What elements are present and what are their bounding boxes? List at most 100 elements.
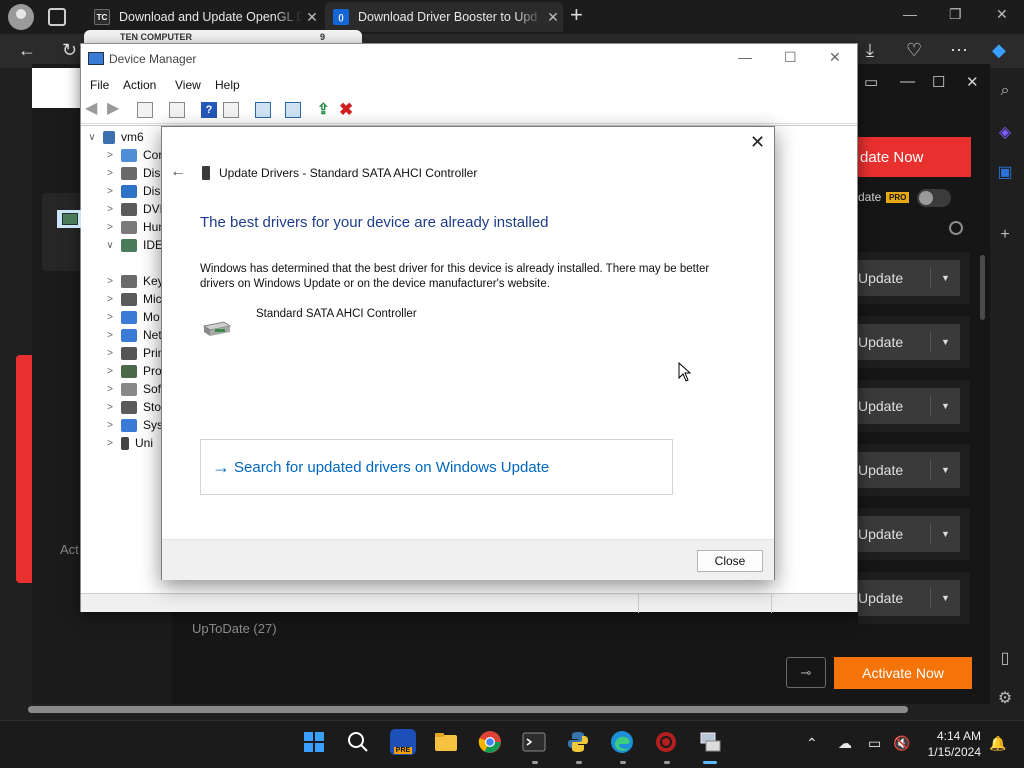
properties-icon[interactable] (169, 102, 185, 118)
monitor-icon[interactable] (285, 102, 301, 118)
chrome-icon[interactable] (477, 729, 503, 755)
python-icon[interactable] (565, 729, 591, 755)
menu-action[interactable]: Action (123, 78, 156, 92)
chevron-right-icon[interactable]: > (103, 204, 117, 215)
new-tab-icon[interactable]: + (570, 4, 583, 26)
horizontal-scrollbar-thumb[interactable] (28, 706, 908, 713)
scrollbar-thumb[interactable] (980, 255, 985, 320)
menu-help[interactable]: Help (215, 78, 240, 92)
close-tab-icon[interactable]: ✕ (543, 9, 563, 26)
chevron-right-icon[interactable]: > (103, 186, 117, 197)
chevron-down-icon[interactable]: ▼ (930, 331, 960, 353)
uninstall-device-icon[interactable]: ✖ (339, 101, 355, 118)
network-icon[interactable]: ▭ (868, 735, 881, 752)
outlook-icon[interactable]: ▣ (994, 162, 1016, 182)
minimize-icon[interactable]: — (903, 6, 917, 22)
chevron-down-icon[interactable]: ▼ (930, 459, 960, 481)
update-button[interactable]: Update ▼ (858, 260, 960, 296)
chevron-down-icon[interactable]: ▼ (930, 587, 960, 609)
browser-tab-opengl[interactable]: TC Download and Update OpenGL D ✕ (86, 2, 322, 32)
performance-icon[interactable]: ♡ (906, 40, 922, 60)
maximize-icon[interactable]: ☐ (784, 49, 797, 66)
more-icon[interactable]: ⋯ (950, 40, 968, 60)
tab-actions-icon[interactable] (48, 8, 66, 26)
security-icon[interactable] (653, 729, 679, 755)
chevron-down-icon[interactable]: ▼ (930, 395, 960, 417)
chevron-right-icon[interactable]: > (103, 294, 117, 305)
chevron-down-icon[interactable]: ∨ (85, 132, 99, 143)
license-key-button[interactable]: ⊸ (786, 657, 826, 688)
refresh-icon[interactable]: ↻ (62, 40, 77, 60)
chevron-right-icon[interactable]: > (103, 150, 117, 161)
add-icon[interactable]: + (994, 226, 1016, 244)
copilot-sidebar-icon[interactable]: ◈ (994, 122, 1016, 142)
minimize-icon[interactable]: — (900, 73, 915, 90)
clock[interactable]: 4:14 AM 1/15/2024 (917, 728, 981, 760)
back-arrow-icon[interactable]: ← (170, 163, 186, 181)
scan-hardware-icon[interactable] (255, 102, 271, 118)
chevron-up-icon[interactable]: ⌃ (806, 735, 818, 752)
menu-file[interactable]: File (90, 78, 109, 92)
chevron-right-icon[interactable]: > (103, 420, 117, 431)
edge-icon[interactable] (609, 729, 635, 755)
chevron-right-icon[interactable]: > (103, 384, 117, 395)
update-button[interactable]: Update ▼ (858, 452, 960, 488)
back-icon[interactable]: ◀ (85, 101, 101, 117)
help-icon[interactable]: ? (201, 102, 217, 118)
action-pane-icon[interactable] (223, 102, 239, 118)
update-button[interactable]: Update ▼ (858, 580, 960, 616)
close-button[interactable]: Close (697, 550, 763, 572)
start-icon[interactable] (301, 729, 327, 755)
chevron-right-icon[interactable]: > (103, 330, 117, 341)
chevron-down-icon[interactable]: ▼ (930, 267, 960, 289)
message-icon[interactable]: ▭ (864, 73, 878, 91)
update-button[interactable]: Update ▼ (858, 324, 960, 360)
show-hide-console-tree-icon[interactable] (137, 102, 153, 118)
sidebar-toggle-icon[interactable]: ▯ (994, 648, 1016, 668)
minimize-icon[interactable]: — (738, 49, 752, 65)
cloud-icon[interactable]: ☁ (838, 735, 852, 752)
chevron-down-icon[interactable]: ∨ (103, 240, 117, 251)
profile-avatar[interactable] (8, 4, 34, 30)
file-explorer-icon[interactable] (433, 729, 459, 755)
maximize-icon[interactable]: ☐ (932, 73, 945, 91)
chevron-right-icon[interactable]: > (103, 438, 117, 449)
activate-now-button[interactable]: Activate Now (834, 657, 972, 689)
restore-icon[interactable]: ❐ (949, 6, 962, 23)
browser-tab-driver-booster[interactable]: () Download Driver Booster to Upd ✕ (325, 2, 563, 32)
search-windows-update-link[interactable]: → Search for updated drivers on Windows … (200, 439, 673, 495)
menu-view[interactable]: View (175, 78, 201, 92)
chevron-right-icon[interactable]: > (103, 312, 117, 323)
close-icon[interactable]: ✕ (996, 6, 1008, 23)
driver-booster-icon[interactable]: PRE (390, 729, 416, 755)
forward-icon[interactable]: ▶ (107, 101, 123, 117)
chevron-right-icon[interactable]: > (103, 366, 117, 377)
driver-booster-promo-banner[interactable] (16, 355, 32, 583)
device-manager-icon[interactable] (697, 729, 723, 755)
update-driver-icon[interactable]: ⇪ (317, 102, 333, 118)
chevron-right-icon[interactable]: > (103, 222, 117, 233)
download-icon[interactable]: ⤓ (866, 40, 874, 60)
search-icon[interactable]: ⌕ (994, 82, 1016, 100)
update-button[interactable]: Update ▼ (858, 388, 960, 424)
up-to-date-section[interactable]: UpToDate (27) (192, 621, 277, 636)
close-icon[interactable]: ✕ (966, 73, 979, 91)
close-icon[interactable]: ✕ (750, 132, 765, 152)
chevron-down-icon[interactable]: ▼ (930, 523, 960, 545)
search-icon[interactable] (949, 221, 963, 235)
volume-muted-icon[interactable]: 🔇 (893, 735, 910, 752)
update-button[interactable]: Update ▼ (858, 516, 960, 552)
copilot-icon[interactable]: ◆ (992, 40, 1006, 60)
update-now-button[interactable]: date Now (858, 137, 971, 177)
chevron-right-icon[interactable]: > (103, 276, 117, 287)
auto-update-toggle[interactable] (917, 189, 951, 207)
notification-bell-icon[interactable]: 🔔 (989, 735, 1006, 752)
terminal-icon[interactable] (521, 729, 547, 755)
settings-icon[interactable]: ⚙ (994, 688, 1016, 708)
close-icon[interactable]: ✕ (829, 49, 841, 66)
close-tab-icon[interactable]: ✕ (302, 9, 322, 26)
chevron-right-icon[interactable]: > (103, 402, 117, 413)
chevron-right-icon[interactable]: > (103, 168, 117, 179)
chevron-right-icon[interactable]: > (103, 348, 117, 359)
back-icon[interactable]: ← (18, 40, 36, 60)
